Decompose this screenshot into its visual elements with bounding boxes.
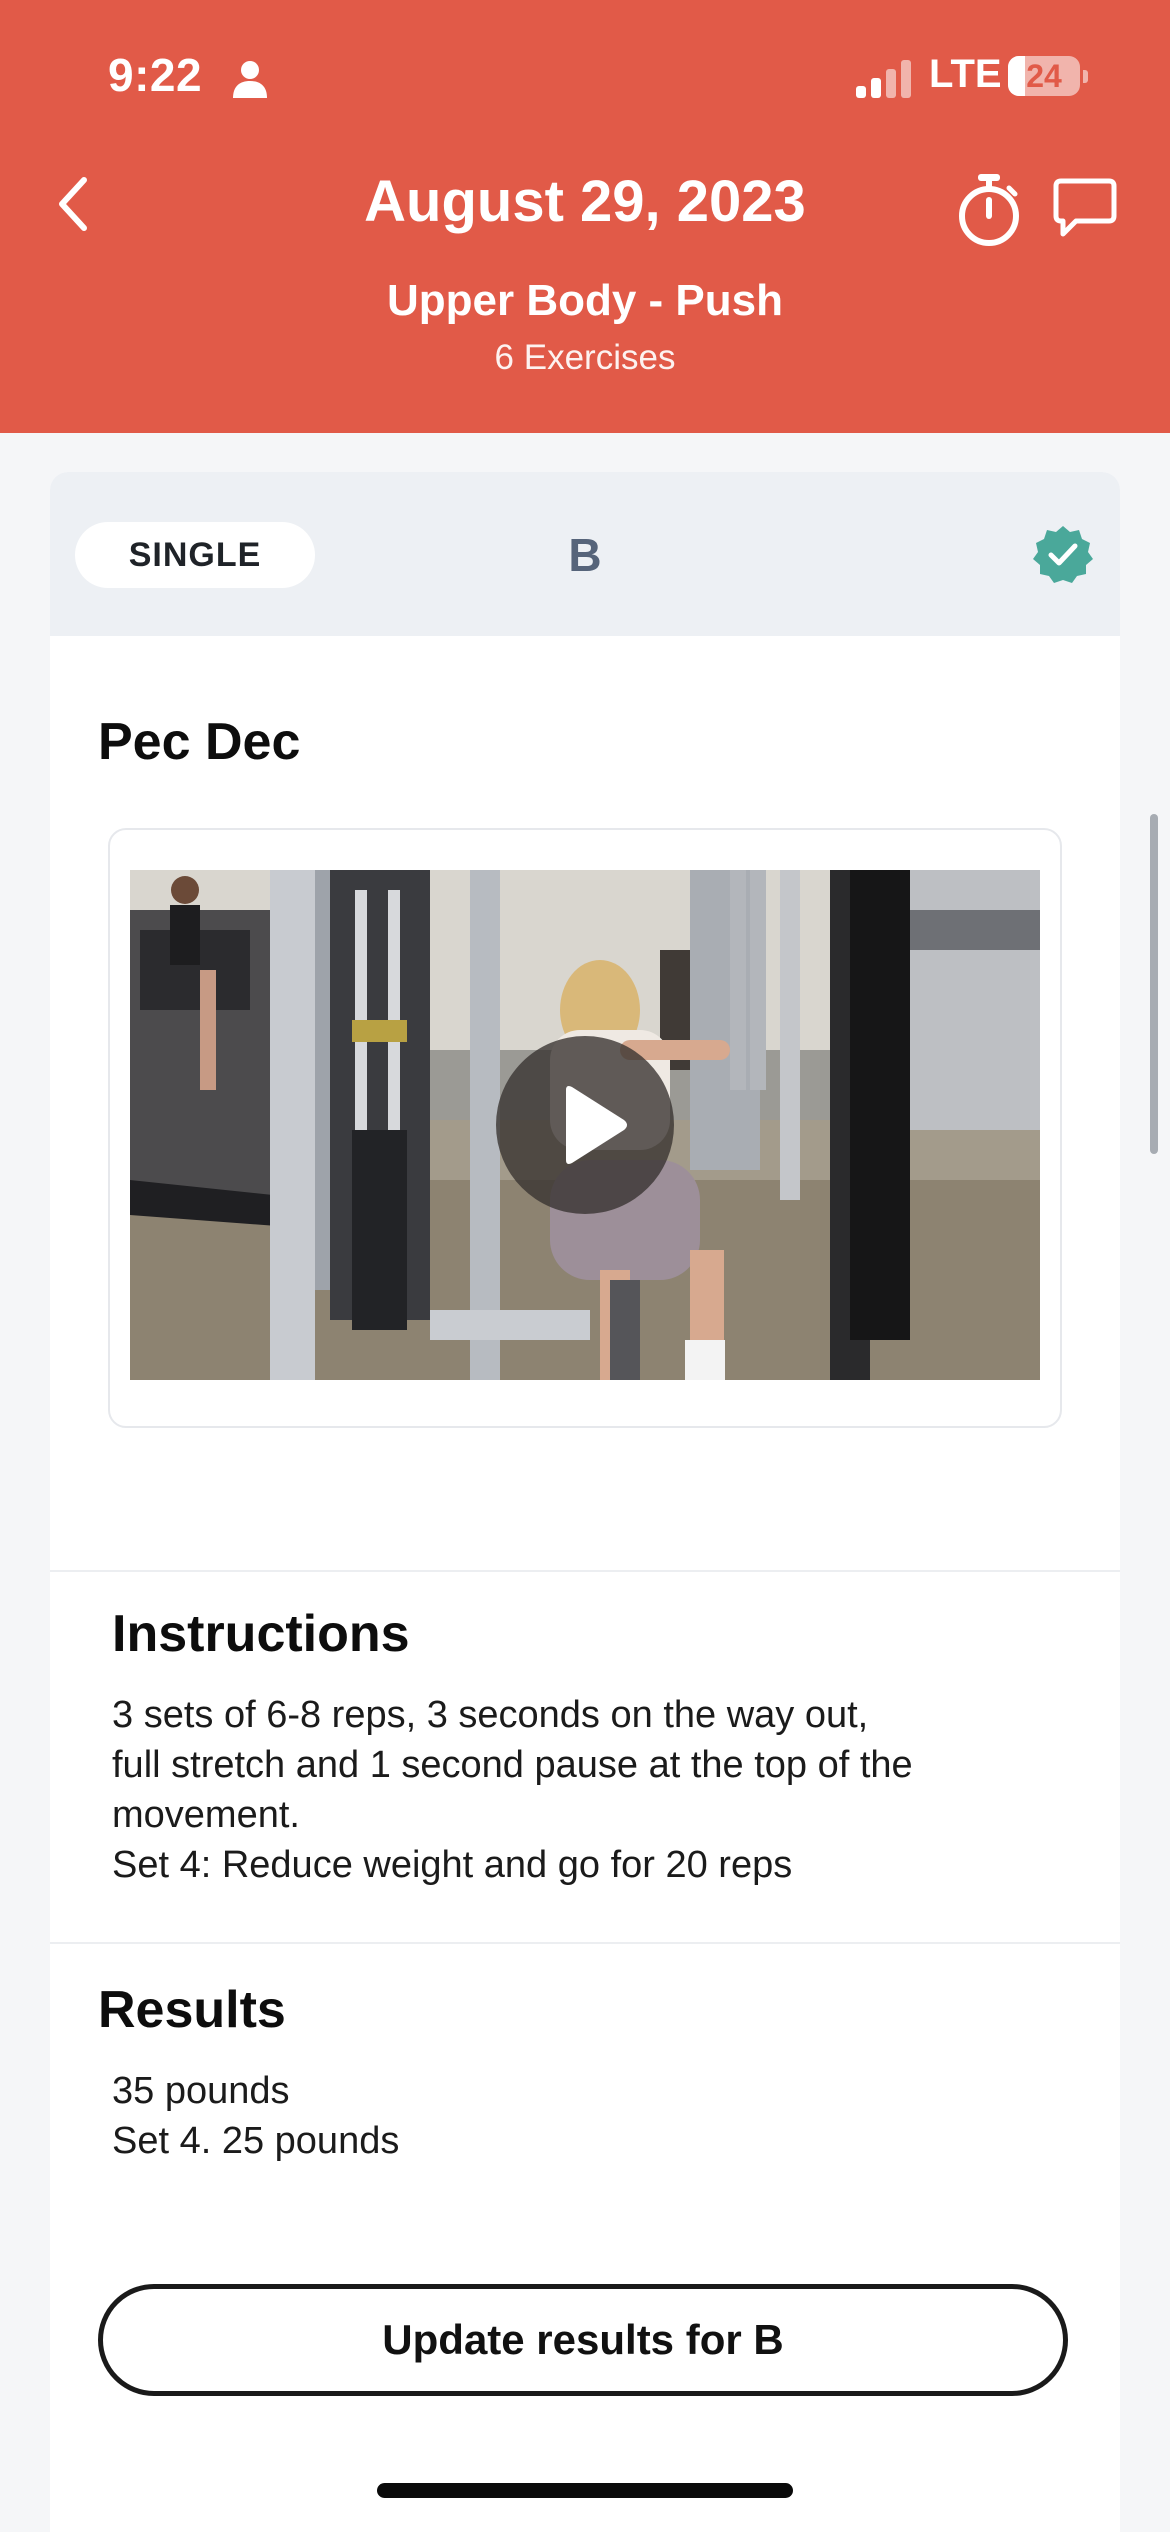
network-type: LTE — [929, 52, 1002, 96]
results-text: 35 pounds Set 4. 25 pounds — [112, 2066, 1072, 2166]
play-button[interactable] — [496, 1036, 674, 1214]
instructions-line: movement. — [112, 1794, 300, 1836]
stopwatch-icon[interactable] — [954, 172, 1024, 248]
app-header: 9:22 LTE 24 August 29, 2023 Upper Body -… — [0, 0, 1170, 433]
instructions-title: Instructions — [112, 1605, 410, 1663]
battery-icon: 24 — [1008, 56, 1080, 96]
exercise-block-header: SINGLE B — [50, 472, 1120, 636]
update-results-button[interactable]: Update results for B — [98, 2284, 1068, 2396]
video-container — [108, 828, 1062, 1428]
instructions-line: Set 4: Reduce weight and go for 20 reps — [112, 1844, 793, 1886]
exercise-group-label: B — [568, 529, 602, 581]
status-bar-time: 9:22 — [108, 49, 203, 101]
exercise-name: Pec Dec — [98, 713, 301, 771]
person-icon — [233, 61, 267, 98]
section-divider — [50, 1942, 1120, 1944]
chat-icon[interactable] — [1052, 175, 1118, 241]
scrollbar[interactable] — [1150, 814, 1158, 1154]
instructions-line: full stretch and 1 second pause at the t… — [112, 1744, 913, 1786]
exercise-count: 6 Exercises — [494, 338, 676, 377]
results-title: Results — [98, 1981, 286, 2039]
battery-tip — [1083, 70, 1088, 83]
battery-level: 24 — [1026, 58, 1062, 94]
completed-check-icon — [1033, 526, 1093, 583]
home-indicator[interactable] — [377, 2483, 793, 2498]
workout-name: Upper Body - Push — [386, 276, 784, 325]
exercise-video-thumbnail[interactable] — [130, 870, 1040, 1380]
instructions-text: 3 sets of 6-8 reps, 3 seconds on the way… — [112, 1690, 1072, 1890]
instructions-line: 3 sets of 6-8 reps, 3 seconds on the way… — [112, 1694, 869, 1736]
section-divider — [50, 1570, 1120, 1572]
play-icon — [566, 1086, 627, 1164]
results-line: Set 4. 25 pounds — [112, 2120, 400, 2162]
cellular-signal-icon — [856, 60, 911, 98]
exercise-card: SINGLE B Pec Dec Instructions 3 sets of … — [50, 472, 1120, 2532]
results-line: 35 pounds — [112, 2070, 290, 2112]
